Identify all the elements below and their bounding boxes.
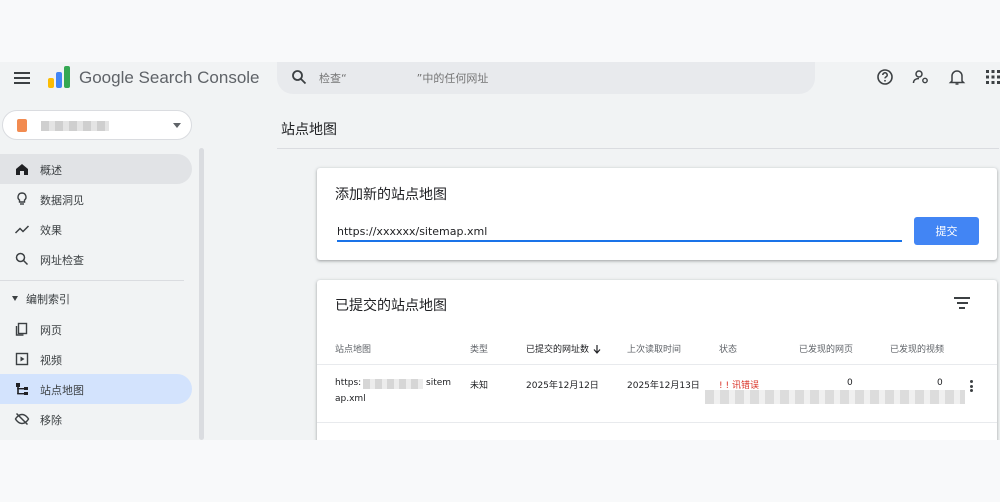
app-title: Google Search Console: [79, 68, 260, 87]
column-header-last-read[interactable]: 上次读取时间: [627, 342, 681, 355]
sidebar-item-label: 网址检查: [40, 254, 84, 267]
filter-icon[interactable]: [954, 297, 970, 309]
sitemap-last-read-date: 2025年12月13日: [627, 381, 700, 391]
add-sitemap-card: 添加新的站点地图 提交: [317, 168, 997, 260]
column-header-status[interactable]: 状态: [719, 342, 737, 355]
sidebar-divider: [0, 280, 184, 281]
title-divider: [277, 148, 999, 149]
sitemap-type: 未知: [470, 381, 489, 391]
bottom-margin: [0, 440, 1000, 502]
property-name-redacted: [41, 121, 109, 131]
sidebar-item-removals[interactable]: 移除: [0, 404, 192, 434]
sidebar-item-pages[interactable]: 网页: [0, 314, 192, 344]
removal-icon: [14, 412, 30, 426]
sitemap-discovered-pages: 0: [847, 378, 853, 388]
sitemap-url-prefix: https:: [335, 378, 362, 388]
search-input[interactable]: [319, 62, 799, 94]
trending-icon: [14, 225, 30, 234]
notifications-icon[interactable]: [948, 68, 966, 86]
sidebar-item-label: 概述: [40, 164, 62, 177]
page-title: 站点地图: [281, 122, 337, 138]
add-sitemap-title: 添加新的站点地图: [335, 187, 447, 203]
sitemap-icon: [16, 383, 28, 395]
sitemap-submitted-date: 2025年12月12日: [526, 381, 599, 391]
row-divider: [317, 422, 997, 423]
help-icon[interactable]: [876, 68, 894, 86]
search-console-window: Google Search Console 概述: [0, 62, 1000, 440]
lightbulb-icon: [17, 192, 27, 205]
sitemap-discovered-videos: 0: [937, 378, 943, 388]
sitemap-url-redacted: [363, 379, 423, 389]
search-icon: [15, 252, 29, 266]
sidebar-item-label: 数据洞见: [40, 194, 84, 207]
column-header-discovered-videos[interactable]: 已发现的视频: [890, 342, 944, 355]
property-selector[interactable]: [2, 110, 192, 140]
submit-button[interactable]: 提交: [914, 217, 979, 245]
sidebar-item-label: 网页: [40, 324, 62, 337]
submitted-sitemaps-title: 已提交的站点地图: [335, 298, 447, 314]
sidebar-item-label: 移除: [40, 414, 62, 427]
sidebar-item-overview[interactable]: 概述: [0, 154, 192, 184]
sidebar-item-url-inspection[interactable]: 网址检查: [0, 244, 192, 274]
sidebar-item-performance[interactable]: 效果: [0, 214, 192, 244]
search-console-logo-icon: [48, 66, 72, 88]
redacted-overlay: [705, 390, 965, 404]
manage-users-icon[interactable]: [912, 68, 930, 86]
property-favicon-icon: [17, 119, 27, 132]
sitemap-url-line2: ap.xml: [335, 394, 366, 404]
video-icon: [15, 352, 29, 366]
sitemap-url-suffix: sitem: [426, 378, 452, 388]
sidebar-item-insights[interactable]: 数据洞见: [0, 184, 192, 214]
column-header-label: 已提交的网址数: [526, 345, 590, 355]
sidebar-item-label: 站点地图: [40, 384, 84, 397]
sidebar-item-label: 效果: [40, 224, 62, 237]
column-header-submitted[interactable]: 已提交的网址数: [526, 342, 601, 355]
sidebar-item-label: 视频: [40, 354, 62, 367]
more-vert-icon[interactable]: [970, 380, 974, 392]
sidebar-scrollbar[interactable]: [199, 148, 204, 440]
chevron-down-icon: [173, 123, 181, 128]
home-icon: [16, 164, 28, 175]
pages-icon: [15, 322, 28, 336]
caret-down-icon[interactable]: [12, 296, 18, 301]
search-icon: [292, 70, 307, 85]
apps-grid-icon[interactable]: [984, 68, 1000, 86]
row-divider: [317, 364, 997, 365]
sidebar-item-videos[interactable]: 视频: [0, 344, 192, 374]
sidebar-item-sitemaps[interactable]: 站点地图: [0, 374, 192, 404]
sitemap-url-input[interactable]: [337, 222, 902, 242]
menu-icon[interactable]: [14, 72, 30, 84]
column-header-discovered-pages[interactable]: 已发现的网页: [799, 342, 853, 355]
arrow-down-icon: [593, 345, 601, 354]
url-inspection-search-bar[interactable]: [277, 62, 815, 94]
column-header-type[interactable]: 类型: [470, 342, 488, 355]
column-header-sitemap[interactable]: 站点地图: [335, 342, 371, 355]
submitted-sitemaps-card: 已提交的站点地图 站点地图 类型 已提交的网址数 上次读取时间 状态 已发现的网…: [317, 280, 997, 440]
sidebar-section-indexing[interactable]: 编制索引: [26, 291, 70, 307]
